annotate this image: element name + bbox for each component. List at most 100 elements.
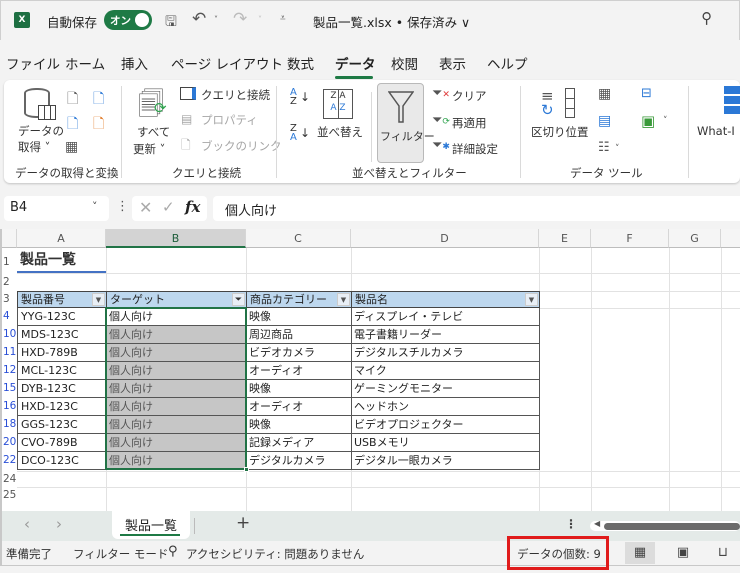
tab-view[interactable]: 表示 [439,53,466,73]
autosave-toggle[interactable]: オン [104,10,152,30]
row-header[interactable]: 11 [2,346,17,358]
existing-connections-icon[interactable]: 🗋 [93,113,104,137]
add-sheet-button[interactable]: + [236,513,250,533]
column-header-b[interactable]: B [106,229,246,248]
column-header-e[interactable]: E [539,229,591,248]
page-layout-view-button[interactable]: ▣ [668,542,698,564]
prev-sheet-button[interactable]: ‹ [24,515,30,533]
sheet-tab-product-list[interactable]: 製品一覧 [112,511,190,539]
sort-descending-icon[interactable]: ZA [290,124,297,143]
cell-product-name[interactable]: ディスプレイ・テレビ [351,308,540,326]
next-sheet-button[interactable]: › [56,515,62,533]
sort-ascending-icon[interactable]: AZ [290,88,297,107]
header-cell-product-name[interactable]: 製品名 ▼ [351,291,540,308]
from-table-icon[interactable]: ▦ [65,139,78,155]
name-box-dropdown-icon[interactable]: ˅ [92,200,98,213]
header-cell-product-id[interactable]: 製品番号 ▼ [17,291,107,308]
flash-fill-icon[interactable]: ▦ [598,86,611,102]
cell-category[interactable]: ビデオカメラ [246,344,352,362]
from-text-icon[interactable]: 🗋 [67,88,78,112]
tab-split-handle[interactable]: ⋮ [565,517,577,531]
what-if-button[interactable]: What-I [697,124,735,138]
header-cell-target[interactable]: ターゲット ⏷ [106,291,247,308]
cell-product-name[interactable]: ビデオプロジェクター [351,416,540,434]
cell-category[interactable]: オーディオ [246,398,352,416]
cell-product-name[interactable]: デジタルスチルカメラ [351,344,540,362]
cell-category[interactable]: 映像 [246,380,352,398]
cell-product-name[interactable]: 電子書籍リーダー [351,326,540,344]
name-box[interactable]: B4 ˅ [4,196,109,221]
get-data-dropdown[interactable]: 取得 ˅ [18,139,50,155]
cancel-icon[interactable]: ✕ [139,198,152,217]
cell-product-id[interactable]: CVO-789B [17,434,107,452]
cell-product-name[interactable]: デジタル一眼カメラ [351,452,540,470]
select-all-corner[interactable] [2,229,17,248]
tab-page-layout[interactable]: ページ レイアウト [171,53,283,73]
cell-product-id[interactable]: YYG-123C [17,308,107,326]
row-header[interactable]: 15 [2,382,17,394]
data-validation-icon[interactable]: ☷ [598,140,610,155]
filter-dropdown-icon[interactable]: ▼ [337,293,350,306]
data-validation-dropdown-icon[interactable]: ˅ [615,144,620,154]
formula-input[interactable]: 個人向け [213,196,740,221]
cell-product-id[interactable]: HXD-123C [17,398,107,416]
cell-product-id[interactable]: MDS-123C [17,326,107,344]
cell-product-id[interactable]: DCO-123C [17,452,107,470]
tab-formulas[interactable]: 数式 [287,53,314,73]
properties-button[interactable]: プロパティ [201,112,258,128]
cell-product-id[interactable]: DYB-123C [17,380,107,398]
row-header[interactable]: 1 [2,256,17,268]
redo-icon[interactable]: ↷ [233,9,247,29]
cell-product-name[interactable]: ゲーミングモニター [351,380,540,398]
tab-help[interactable]: ヘルプ [487,53,528,73]
column-header-g[interactable]: G [669,229,721,248]
enter-icon[interactable]: ✓ [162,198,175,216]
queries-connections-button[interactable]: クエリと接続 [201,87,270,103]
insert-function-icon[interactable]: fx [185,198,200,216]
horizontal-scroll-thumb[interactable] [604,523,740,530]
page-break-view-button[interactable]: ⊔ [708,542,738,564]
get-data-button[interactable]: データの [18,123,64,139]
row-header[interactable]: 22 [2,454,17,466]
column-header-a[interactable]: A [17,229,106,248]
row-header[interactable]: 18 [2,418,17,430]
redo-dropdown-icon[interactable]: ˅ [258,15,262,24]
refresh-all-dropdown[interactable]: 更新 ˅ [133,141,165,157]
search-icon[interactable]: ⚲ [701,9,712,27]
cell-category[interactable]: オーディオ [246,362,352,380]
data-model-icon[interactable]: ▣ [641,112,655,130]
save-icon[interactable]: 🖫 [165,11,177,35]
row-header[interactable]: 24 [2,473,17,485]
cell-product-name[interactable]: ヘッドホン [351,398,540,416]
tab-review[interactable]: 校閲 [391,53,418,73]
from-web-icon[interactable]: 🗋 [67,113,78,137]
accessibility-icon[interactable]: ⚲ [168,544,178,559]
filter-button[interactable]: フィルター [377,83,435,163]
row-header[interactable]: 10 [2,328,17,340]
filter-active-icon[interactable]: ⏷ [232,293,245,306]
column-header-f[interactable]: F [591,229,669,248]
clear-filter-button[interactable]: クリア [452,88,487,104]
cell-category[interactable]: 周辺商品 [246,326,352,344]
cell-product-id[interactable]: HXD-789B [17,344,107,362]
tab-home[interactable]: ホーム [65,53,105,73]
column-header-c[interactable]: C [246,229,351,248]
customize-qat-icon[interactable]: ⩡ [280,13,286,24]
sort-button[interactable]: 並べ替え [317,124,363,140]
cell-product-id[interactable]: GGS-123C [17,416,107,434]
normal-view-button[interactable]: ▦ [625,542,655,564]
tab-insert[interactable]: 挿入 [121,53,148,73]
sheet-title[interactable]: 製品一覧 [20,249,76,269]
undo-dropdown-icon[interactable]: ˅ [214,15,218,24]
status-accessibility[interactable]: アクセシビリティ: 問題ありません [186,546,364,562]
cell-category[interactable]: 映像 [246,308,352,326]
filter-dropdown-icon[interactable]: ▼ [525,293,538,306]
cell-category[interactable]: 映像 [246,416,352,434]
reapply-button[interactable]: 再適用 [452,115,487,131]
cell-category[interactable]: デジタルカメラ [246,452,352,470]
advanced-filter-button[interactable]: 詳細設定 [452,141,498,157]
cell-product-name[interactable]: マイク [351,362,540,380]
filter-dropdown-icon[interactable]: ▼ [92,293,105,306]
row-header[interactable]: 20 [2,436,17,448]
data-model-dropdown-icon[interactable]: ˅ [663,116,668,126]
